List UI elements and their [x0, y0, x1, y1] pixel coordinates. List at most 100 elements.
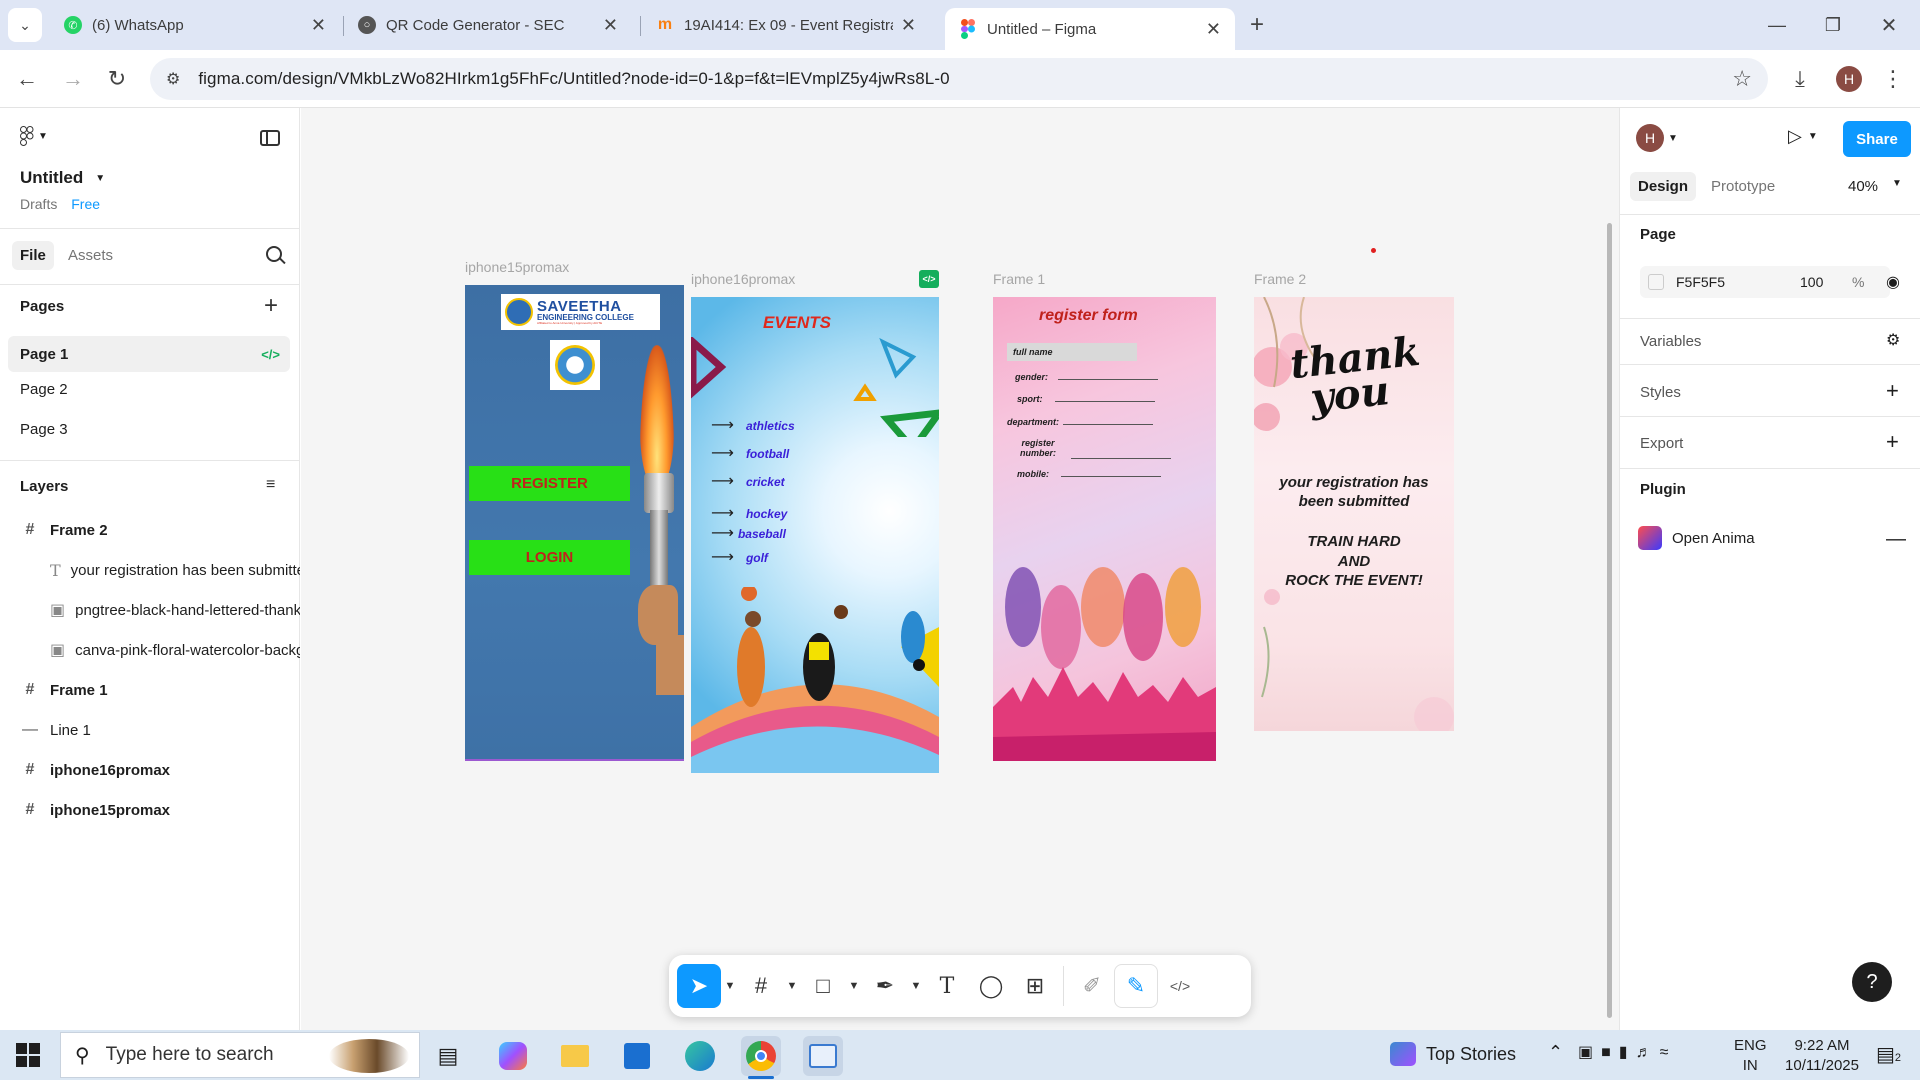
browser-menu-icon[interactable]: ⋮: [1876, 62, 1910, 96]
event-item-golf[interactable]: ⟶ golf: [711, 547, 768, 567]
frame-label[interactable]: iphone15promax: [465, 259, 569, 275]
register-number-field[interactable]: register number:: [1015, 438, 1185, 459]
close-icon[interactable]: ✕: [603, 15, 618, 36]
back-button[interactable]: ←: [10, 62, 44, 96]
text-tool-icon[interactable]: T: [925, 964, 969, 1008]
user-avatar[interactable]: H ▼: [1636, 124, 1678, 152]
figma-main-menu-icon[interactable]: ▼: [20, 126, 48, 146]
figma-canvas[interactable]: iphone15promax SAVEETHA ENGINEERING COLL…: [301, 108, 1619, 1030]
download-icon[interactable]: ⤓: [1783, 62, 1817, 96]
present-button[interactable]: ▷ ▼: [1788, 126, 1818, 147]
actions-tool-icon[interactable]: ⊞: [1013, 964, 1057, 1008]
taskbar-search-box[interactable]: ⚲ Type here to search: [60, 1032, 420, 1078]
event-item-athletics[interactable]: ⟶ athletics: [711, 415, 795, 435]
styles-section[interactable]: Styles: [1640, 384, 1681, 401]
profile-avatar[interactable]: H: [1832, 62, 1866, 96]
file-explorer-icon[interactable]: [555, 1036, 595, 1076]
page-item-3[interactable]: Page 3: [20, 421, 68, 438]
tab-whatsapp[interactable]: ✆ (6) WhatsApp ✕: [50, 8, 340, 42]
event-item-football[interactable]: ⟶ football: [711, 443, 789, 463]
task-view-icon[interactable]: ▤: [428, 1036, 468, 1076]
news-widget[interactable]: Top Stories: [1390, 1042, 1516, 1066]
help-button[interactable]: ?: [1852, 962, 1892, 1002]
frame-label[interactable]: Frame 1: [993, 271, 1045, 287]
collapse-layers-icon[interactable]: ≡: [266, 476, 275, 494]
add-style-icon[interactable]: +: [1886, 378, 1899, 404]
tab-qr-generator[interactable]: ○ QR Code Generator - SEC ✕: [344, 8, 632, 42]
drafts-link[interactable]: Drafts: [20, 196, 57, 212]
frame-label[interactable]: Frame 2: [1254, 271, 1306, 287]
variables-settings-icon[interactable]: ⚙: [1886, 330, 1900, 350]
layer-frame-2[interactable]: # Frame 2: [20, 510, 320, 550]
zoom-select[interactable]: 40% ▼: [1848, 178, 1902, 195]
layer-line-1[interactable]: — Line 1: [20, 710, 320, 750]
address-bar[interactable]: ⚙ figma.com/design/VMkbLzWo82HIrkm1g5FhF…: [150, 58, 1768, 100]
bookmark-star-icon[interactable]: ☆: [1732, 66, 1752, 92]
layer-image[interactable]: ▣ canva-pink-floral-watercolor-backgroun…: [50, 630, 300, 670]
dev-mode-badge-icon[interactable]: </>: [919, 270, 939, 288]
frame-1-register-form[interactable]: register form full name gender: sport: d…: [993, 297, 1216, 761]
plan-badge[interactable]: Free: [71, 196, 100, 212]
photos-app-icon[interactable]: [803, 1036, 843, 1076]
comment-tool-icon[interactable]: ◯: [969, 964, 1013, 1008]
layer-iphone15promax[interactable]: # iphone15promax: [20, 790, 320, 830]
microsoft-store-icon[interactable]: [617, 1036, 657, 1076]
mobile-field[interactable]: mobile:: [1017, 469, 1187, 479]
dev-mode-icon[interactable]: </>: [1158, 964, 1202, 1008]
close-icon[interactable]: ✕: [311, 15, 326, 36]
gender-field[interactable]: gender:: [1015, 372, 1185, 382]
site-settings-icon[interactable]: ⚙: [166, 69, 180, 89]
chevron-down-icon[interactable]: ▼: [783, 964, 801, 1008]
page-item-2[interactable]: Page 2: [20, 381, 68, 398]
page-item-1[interactable]: Page 1 </>: [8, 336, 290, 372]
chevron-down-icon[interactable]: ▼: [845, 964, 863, 1008]
add-page-icon[interactable]: +: [264, 292, 278, 320]
layer-frame-1[interactable]: # Frame 1: [20, 670, 320, 710]
page-color-field[interactable]: F5F5F5 100 %: [1640, 266, 1890, 298]
tab-design[interactable]: Design: [1630, 172, 1697, 201]
pen-tool-icon[interactable]: ✒: [863, 964, 907, 1008]
chrome-icon[interactable]: [741, 1036, 781, 1076]
draw-tool-icon[interactable]: ✐: [1070, 964, 1114, 1008]
variables-section[interactable]: Variables: [1640, 333, 1701, 350]
canvas-scrollbar[interactable]: [1607, 223, 1612, 1018]
tab-moodle[interactable]: m 19AI414: Ex 09 - Event Registrati ✕: [642, 8, 930, 42]
new-tab-button[interactable]: +: [1240, 8, 1274, 42]
edge-icon[interactable]: [680, 1036, 720, 1076]
clock[interactable]: 9:22 AM 10/11/2025: [1774, 1036, 1870, 1075]
tab-file[interactable]: File: [12, 241, 54, 270]
url-text[interactable]: figma.com/design/VMkbLzWo82HIrkm1g5FhFc/…: [198, 69, 949, 89]
close-icon[interactable]: ✕: [1206, 19, 1221, 40]
chevron-down-icon[interactable]: ▼: [95, 173, 105, 184]
toggle-sidebar-icon[interactable]: [260, 130, 280, 146]
window-close-button[interactable]: ✕: [1872, 8, 1906, 42]
show-hidden-icons[interactable]: ⌃: [1548, 1042, 1563, 1063]
windows-start-icon[interactable]: [16, 1043, 40, 1067]
chevron-down-icon[interactable]: ▼: [721, 964, 739, 1008]
forward-button[interactable]: →: [56, 62, 90, 96]
design-mode-icon[interactable]: ✎: [1114, 964, 1158, 1008]
frame-iphone15promax[interactable]: SAVEETHA ENGINEERING COLLEGE Affiliated …: [465, 285, 684, 761]
plugin-open-anima[interactable]: Open Anima: [1638, 526, 1755, 550]
opacity-value[interactable]: 100: [1800, 274, 1823, 290]
visibility-eye-icon[interactable]: ◉: [1886, 272, 1900, 292]
color-swatch[interactable]: [1648, 274, 1664, 290]
tab-search-button[interactable]: ⌄: [8, 8, 42, 42]
search-icon[interactable]: [266, 246, 286, 265]
layer-iphone16promax[interactable]: # iphone16promax: [20, 750, 320, 790]
close-icon[interactable]: ✕: [901, 15, 916, 36]
file-name[interactable]: Untitled ▼: [20, 168, 105, 188]
language-indicator[interactable]: ENG IN: [1734, 1036, 1767, 1075]
event-item-baseball[interactable]: ⟶ baseball: [711, 523, 786, 543]
layer-image[interactable]: ▣ pngtree-black-hand-lettered-thank-you: [50, 590, 300, 630]
frame-label[interactable]: iphone16promax: [691, 271, 795, 287]
department-field[interactable]: department:: [1007, 417, 1187, 427]
rectangle-tool-icon[interactable]: □: [801, 964, 845, 1008]
register-button[interactable]: REGISTER: [469, 466, 630, 501]
tab-figma[interactable]: Untitled – Figma ✕: [945, 8, 1235, 50]
full-name-field[interactable]: full name: [1007, 343, 1137, 361]
minimize-button[interactable]: —: [1760, 8, 1794, 42]
sport-field[interactable]: sport:: [1017, 394, 1187, 404]
login-button[interactable]: LOGIN: [469, 540, 630, 575]
notification-center-icon[interactable]: ▤2: [1876, 1042, 1901, 1067]
